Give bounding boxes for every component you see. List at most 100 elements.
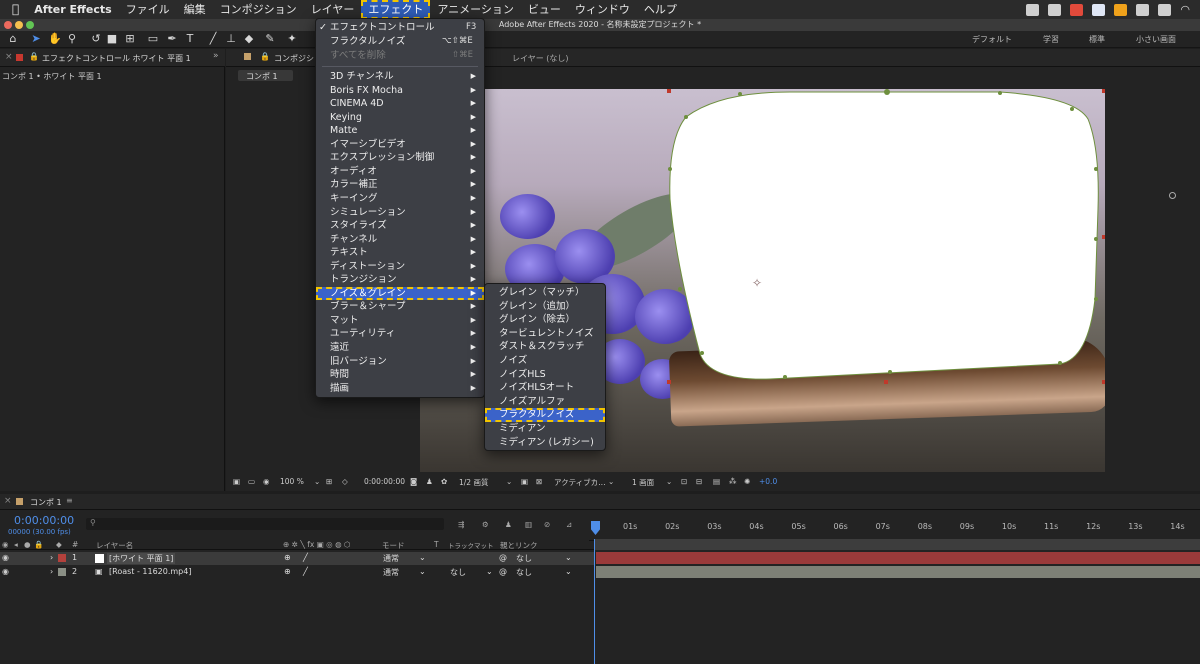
- expand-chevron-icon[interactable]: ›: [50, 567, 53, 576]
- menu-category-item[interactable]: ユーティリティ ▶: [316, 327, 484, 341]
- resolution-dropdown[interactable]: 1/2 画質: [459, 477, 488, 488]
- workspace-default[interactable]: デフォルト: [972, 34, 1012, 45]
- playhead-icon[interactable]: [591, 521, 600, 535]
- pen-tool-icon[interactable]: ✒: [166, 33, 178, 45]
- mask-visibility-icon[interactable]: ◇: [342, 477, 348, 486]
- resolution-chevron-icon[interactable]: ⌄: [506, 477, 512, 486]
- menu-category-item[interactable]: シミュレーション ▶: [316, 206, 484, 220]
- menu-category-item[interactable]: キーイング ▶: [316, 192, 484, 206]
- views-chevron-icon[interactable]: ⌄: [666, 477, 672, 486]
- layer-row-1[interactable]: ◉ › 1 [ホワイト 平面 1] ⊕ ╱ 通常 ⌄ @ なし ⌄: [0, 552, 595, 565]
- workspace-small-screen[interactable]: 小さい画面: [1136, 34, 1176, 45]
- flowchart-icon[interactable]: ⁂: [729, 477, 737, 486]
- shy-layers-icon[interactable]: ♟: [505, 520, 512, 529]
- camera-dropdown[interactable]: アクティブカ…: [554, 477, 606, 488]
- frame-blending-icon[interactable]: ▥: [525, 520, 532, 529]
- hand-tool-icon[interactable]: ✋: [48, 33, 62, 45]
- timeline-comp-tab[interactable]: コンポ 1: [30, 497, 62, 508]
- always-preview-icon[interactable]: ▣: [233, 477, 240, 486]
- shy-switch-icon[interactable]: ⊕: [284, 553, 291, 562]
- show-snapshot-icon[interactable]: ♟: [426, 477, 433, 486]
- layer-1-duration-bar[interactable]: [596, 552, 1200, 564]
- pan-behind-tool-icon[interactable]: ⊞: [124, 33, 136, 45]
- timeline-icon[interactable]: ▤: [713, 477, 720, 486]
- menu-category-item[interactable]: オーディオ ▶: [316, 165, 484, 179]
- menu-item-effect-controls[interactable]: ✓ エフェクトコントロール F3: [316, 21, 484, 35]
- current-time-display[interactable]: 0:00:00:00: [364, 477, 405, 486]
- workspace-learn[interactable]: 学習: [1043, 34, 1059, 45]
- submenu-effect-item[interactable]: フラクタルノイズ: [485, 408, 605, 422]
- motion-blur-icon[interactable]: ⊘: [544, 520, 550, 529]
- camera-tool-icon[interactable]: ■: [106, 33, 118, 45]
- submenu-effect-item[interactable]: ノイズアルファ: [485, 395, 605, 409]
- submenu-effect-item[interactable]: ノイズ: [485, 354, 605, 368]
- region-of-interest-icon[interactable]: ▣: [521, 477, 528, 486]
- toggle-pixel-icon[interactable]: ⊡: [681, 477, 687, 486]
- layer-mode[interactable]: 通常: [383, 567, 399, 578]
- workspace-standard[interactable]: 標準: [1089, 34, 1105, 45]
- menu-animation[interactable]: アニメーション: [430, 0, 521, 19]
- layer-parent[interactable]: なし: [516, 567, 532, 578]
- menu-category-item[interactable]: Boris FX Mocha ▶: [316, 84, 484, 98]
- expand-chevron-icon[interactable]: ›: [50, 553, 53, 562]
- time-ruler[interactable]: 0s01s02s03s04s05s06s07s08s09s10s11s12s13…: [589, 519, 1200, 541]
- menu-category-item[interactable]: ディストーション ▶: [316, 260, 484, 274]
- reset-exposure-icon[interactable]: ✺: [744, 477, 750, 486]
- rectangle-tool-icon[interactable]: ▭: [147, 33, 159, 45]
- tray-app-icon[interactable]: [1026, 3, 1040, 16]
- effect-controls-tab[interactable]: エフェクトコントロール ホワイト 平面 1: [42, 53, 191, 64]
- bluetooth-icon[interactable]: [1158, 3, 1172, 16]
- menu-item-fractal-noise-recent[interactable]: フラクタルノイズ ⌥⇧⌘E: [316, 35, 484, 49]
- menu-category-item[interactable]: ノイズ＆グレイン ▶: [316, 286, 484, 301]
- snapshot-icon[interactable]: ◙: [410, 477, 417, 486]
- quality-switch-icon[interactable]: ╱: [303, 567, 308, 576]
- home-icon[interactable]: ⌂: [7, 33, 19, 45]
- submenu-effect-item[interactable]: ミディアン: [485, 422, 605, 436]
- exposure-value[interactable]: +0.0: [759, 477, 777, 486]
- menu-layer[interactable]: レイヤー: [304, 0, 362, 19]
- menu-category-item[interactable]: 時間 ▶: [316, 368, 484, 382]
- dropbox-icon[interactable]: [1092, 3, 1106, 16]
- wifi-icon[interactable]: ◠: [1180, 3, 1190, 16]
- brush-tool-icon[interactable]: ╱: [207, 33, 219, 45]
- app-menu[interactable]: After Effects: [27, 0, 118, 19]
- zoom-dropdown[interactable]: 100 %: [280, 477, 304, 486]
- layer-name-header[interactable]: レイヤー名: [96, 540, 133, 551]
- menu-category-item[interactable]: Keying ▶: [316, 111, 484, 125]
- menu-window[interactable]: ウィンドウ: [568, 0, 637, 19]
- menu-category-item[interactable]: マット ▶: [316, 314, 484, 328]
- fast-preview-icon[interactable]: ⊟: [696, 477, 702, 486]
- zoom-tool-icon[interactable]: ⚲: [66, 33, 78, 45]
- layer-name[interactable]: [ホワイト 平面 1]: [107, 553, 176, 564]
- menu-help[interactable]: ヘルプ: [637, 0, 684, 19]
- tray-cloud-icon[interactable]: [1070, 3, 1084, 16]
- menu-file[interactable]: ファイル: [119, 0, 177, 19]
- layer-search-input[interactable]: ⚲: [86, 518, 444, 530]
- vr-icon[interactable]: ◉: [263, 477, 270, 486]
- layer-trkmat[interactable]: なし: [450, 567, 466, 578]
- layer-name[interactable]: [Roast - 11620.mp4]: [109, 567, 191, 576]
- menu-category-item[interactable]: 描画 ▶: [316, 382, 484, 396]
- submenu-effect-item[interactable]: グレイン（マッチ）: [485, 286, 605, 300]
- layer-label-color[interactable]: [58, 568, 66, 576]
- composition-tab[interactable]: コンポジシ: [274, 53, 314, 64]
- menu-view[interactable]: ビュー: [521, 0, 568, 19]
- menu-effect[interactable]: エフェクト: [361, 0, 431, 19]
- graph-editor-icon[interactable]: ⊿: [566, 520, 572, 529]
- zoom-window-button[interactable]: [26, 21, 34, 29]
- menu-category-item[interactable]: ブラー＆シャープ ▶: [316, 300, 484, 314]
- monitor-icon[interactable]: ▭: [248, 477, 255, 486]
- title-safe-icon[interactable]: ⊞: [326, 477, 332, 486]
- comp-1-tab[interactable]: コンポ 1: [238, 70, 293, 81]
- channel-icon[interactable]: ✿: [441, 477, 447, 486]
- clone-stamp-tool-icon[interactable]: ⊥: [225, 33, 237, 45]
- layer-panel-tab[interactable]: レイヤー (なし): [512, 53, 569, 64]
- roto-brush-tool-icon[interactable]: ✎: [264, 33, 276, 45]
- menu-category-item[interactable]: Matte ▶: [316, 124, 484, 138]
- menu-category-item[interactable]: 遠近 ▶: [316, 341, 484, 355]
- views-dropdown[interactable]: 1 画面: [632, 477, 654, 488]
- visibility-eye-icon[interactable]: ◉: [2, 553, 9, 562]
- quality-switch-icon[interactable]: ╱: [303, 553, 308, 562]
- submenu-effect-item[interactable]: タービュレントノイズ: [485, 327, 605, 341]
- mode-chevron-icon[interactable]: ⌄: [419, 567, 426, 576]
